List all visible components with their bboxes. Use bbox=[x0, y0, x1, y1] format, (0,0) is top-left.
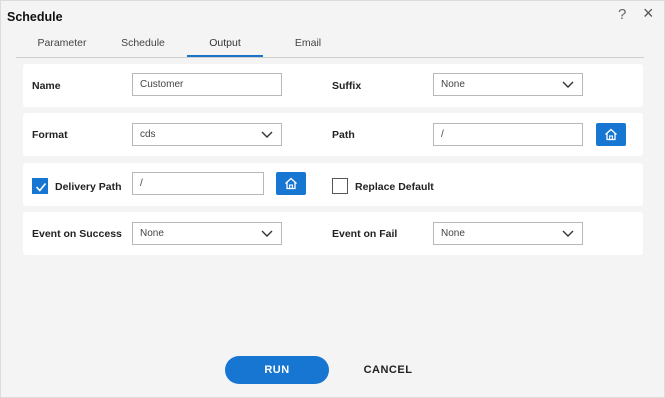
chevron-down-icon bbox=[562, 81, 574, 88]
path-browse-button[interactable] bbox=[596, 123, 626, 146]
delivery-path-checkbox[interactable] bbox=[32, 178, 48, 194]
event-row: Event on Success None Event on Fail None bbox=[23, 212, 643, 255]
event-success-select[interactable]: None bbox=[132, 222, 282, 245]
dialog-title: Schedule bbox=[7, 10, 63, 24]
name-label: Name bbox=[32, 80, 61, 92]
chevron-down-icon bbox=[261, 131, 273, 138]
suffix-select-value: None bbox=[441, 79, 465, 90]
delivery-path-row: Delivery Path / Replace Default bbox=[23, 163, 643, 206]
delivery-path-browse-button[interactable] bbox=[276, 172, 306, 195]
name-input[interactable]: Customer bbox=[132, 73, 282, 96]
checkmark-icon bbox=[35, 182, 47, 192]
delivery-path-input[interactable]: / bbox=[132, 172, 264, 195]
cancel-button[interactable]: CANCEL bbox=[353, 356, 423, 384]
tab-parameter[interactable]: Parameter bbox=[26, 31, 98, 57]
close-icon[interactable]: × bbox=[643, 4, 654, 22]
replace-default-checkbox[interactable] bbox=[332, 178, 348, 194]
home-icon bbox=[285, 177, 297, 190]
tab-bar: Parameter Schedule Output Email bbox=[16, 31, 644, 58]
chevron-down-icon bbox=[261, 230, 273, 237]
format-label: Format bbox=[32, 129, 68, 141]
name-suffix-row: Name Customer Suffix None bbox=[23, 64, 643, 107]
event-fail-value: None bbox=[441, 228, 465, 239]
event-fail-label: Event on Fail bbox=[332, 228, 398, 240]
tab-email[interactable]: Email bbox=[278, 31, 338, 57]
replace-default-label: Replace Default bbox=[355, 181, 434, 193]
event-success-value: None bbox=[140, 228, 164, 239]
run-button[interactable]: RUN bbox=[225, 356, 329, 384]
chevron-down-icon bbox=[562, 230, 574, 237]
suffix-label: Suffix bbox=[332, 80, 362, 92]
tab-output[interactable]: Output bbox=[187, 31, 263, 57]
path-label: Path bbox=[332, 129, 355, 141]
format-select[interactable]: cds bbox=[132, 123, 282, 146]
tab-schedule[interactable]: Schedule bbox=[108, 31, 178, 57]
path-input[interactable]: / bbox=[433, 123, 583, 146]
format-select-value: cds bbox=[140, 129, 156, 140]
event-success-label: Event on Success bbox=[32, 228, 122, 240]
format-path-row: Format cds Path / bbox=[23, 113, 643, 156]
event-fail-select[interactable]: None bbox=[433, 222, 583, 245]
delivery-path-label: Delivery Path bbox=[55, 181, 122, 193]
schedule-dialog: Schedule ? × Parameter Schedule Output E… bbox=[0, 0, 665, 398]
suffix-select[interactable]: None bbox=[433, 73, 583, 96]
help-icon[interactable]: ? bbox=[618, 6, 626, 23]
home-icon bbox=[605, 128, 617, 141]
